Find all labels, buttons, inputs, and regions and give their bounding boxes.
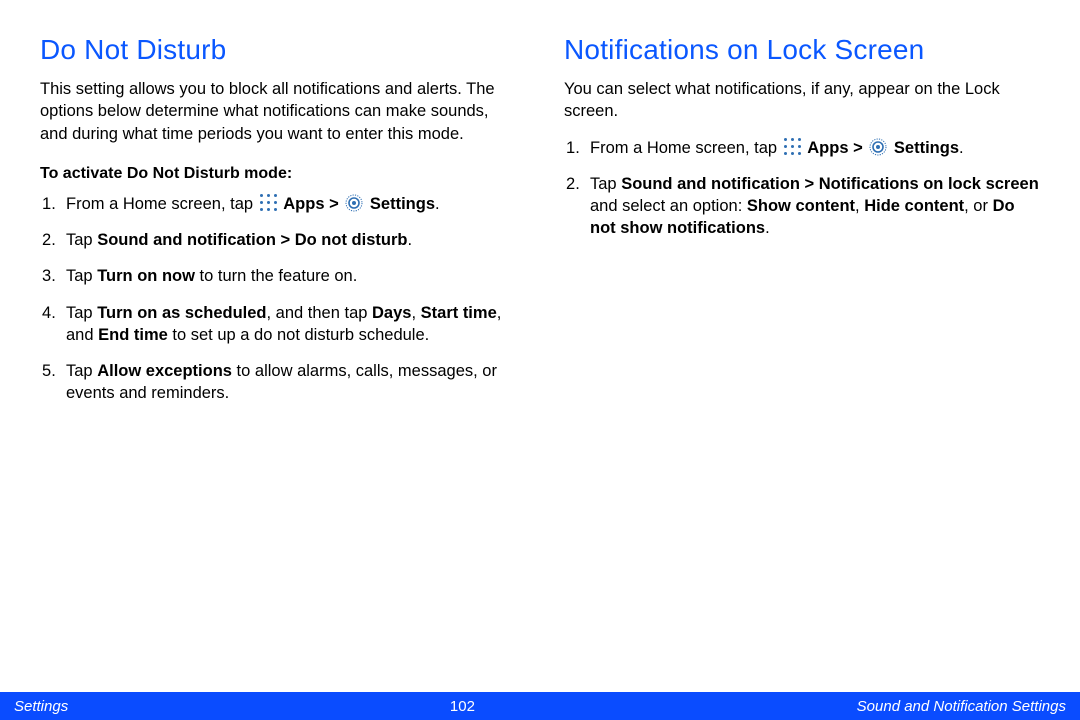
text: and select an option: <box>590 197 747 215</box>
text: , <box>855 197 864 215</box>
footer-subsection: Sound and Notification Settings <box>857 698 1066 715</box>
page-number: 102 <box>450 698 475 715</box>
bold-text: Allow exceptions <box>97 362 232 380</box>
intro-text: You can select what notifications, if an… <box>564 78 1040 123</box>
text: to set up a do not disturb schedule. <box>168 326 429 344</box>
subheading-activate: To activate Do Not Disturb mode: <box>40 165 516 183</box>
apps-grid-icon <box>260 194 277 211</box>
text: , or <box>964 197 992 215</box>
list-item: Tap Sound and notification > Notificatio… <box>564 173 1040 240</box>
steps-list-right: From a Home screen, tap Apps > Settings.… <box>564 137 1040 240</box>
intro-text: This setting allows you to block all not… <box>40 78 516 145</box>
bold-text: Apps <box>283 195 324 213</box>
bold-text: End time <box>98 326 168 344</box>
bold-text: Sound and notification > Notifications o… <box>621 175 1039 193</box>
list-item: From a Home screen, tap Apps > Settings. <box>564 137 1040 159</box>
text: From a Home screen, tap <box>590 139 782 157</box>
bold-text: Sound and notification > Do not disturb <box>97 231 407 249</box>
settings-gear-icon <box>869 138 887 156</box>
text: , <box>411 304 420 322</box>
text: . <box>959 139 964 157</box>
text: . <box>435 195 440 213</box>
bold-text: Turn on as scheduled <box>97 304 266 322</box>
column-left: Do Not Disturb This setting allows you t… <box>40 34 516 720</box>
settings-gear-icon <box>345 194 363 212</box>
bold-text: Start time <box>421 304 497 322</box>
text: Tap <box>66 304 97 322</box>
list-item: From a Home screen, tap Apps > Settings. <box>40 193 516 215</box>
text: Tap <box>590 175 621 193</box>
list-item: Tap Turn on as scheduled, and then tap D… <box>40 302 516 347</box>
bold-text: Apps <box>807 139 848 157</box>
bold-text: Turn on now <box>97 267 195 285</box>
text: . <box>765 219 770 237</box>
text: From a Home screen, tap <box>66 195 258 213</box>
bold-text: Show content <box>747 197 855 215</box>
heading-do-not-disturb: Do Not Disturb <box>40 34 516 66</box>
bold-text: Settings <box>370 195 435 213</box>
list-item: Tap Sound and notification > Do not dist… <box>40 229 516 251</box>
text: to turn the feature on. <box>195 267 357 285</box>
bold-text: > <box>853 139 867 157</box>
manual-page: Do Not Disturb This setting allows you t… <box>0 0 1080 720</box>
text: Tap <box>66 362 97 380</box>
text: . <box>407 231 412 249</box>
text: Tap <box>66 267 97 285</box>
steps-list-left: From a Home screen, tap Apps > Settings.… <box>40 193 516 405</box>
page-footer: Settings 102 Sound and Notification Sett… <box>0 692 1080 720</box>
footer-section: Settings <box>14 698 68 715</box>
apps-grid-icon <box>784 138 801 155</box>
bold-text: Hide content <box>864 197 964 215</box>
column-right: Notifications on Lock Screen You can sel… <box>564 34 1040 720</box>
bold-text: > <box>329 195 343 213</box>
bold-text: Settings <box>894 139 959 157</box>
text: , and then tap <box>267 304 373 322</box>
heading-lock-screen-notifications: Notifications on Lock Screen <box>564 34 1040 66</box>
text: Tap <box>66 231 97 249</box>
list-item: Tap Turn on now to turn the feature on. <box>40 265 516 287</box>
bold-text: Days <box>372 304 411 322</box>
list-item: Tap Allow exceptions to allow alarms, ca… <box>40 360 516 405</box>
